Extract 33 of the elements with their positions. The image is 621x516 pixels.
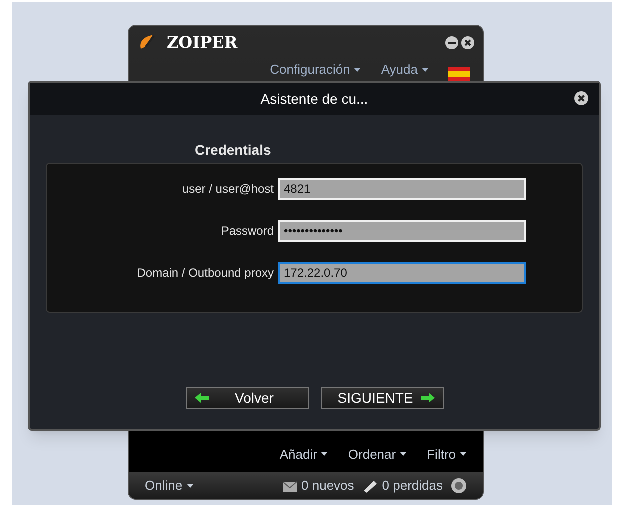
input-field[interactable]: 172.22.0.70 [278,262,526,284]
close-icon[interactable] [574,91,589,106]
status-icon[interactable] [451,478,467,494]
toolbar-dropdown[interactable]: Ordenar [348,444,408,464]
caret-icon [354,68,362,72]
close-icon[interactable] [461,36,475,50]
spain-flag-icon [448,67,470,81]
field-label: Password [220,223,275,240]
toolbar-dropdown[interactable]: Filtro [427,444,467,464]
caret-icon [400,452,408,456]
app-title: ZOIPER [167,32,238,54]
menu-dropdown[interactable]: Configuración [270,60,362,80]
next-button[interactable]: SIGUIENTE [321,387,444,409]
new-messages-count: 0 nuevos [302,476,354,495]
toolbar-dropdown[interactable]: Añadir [280,444,328,464]
dialog-title: Asistente de cu... [260,90,368,108]
field-label: user / user@host [181,181,275,198]
right-arrow-icon [421,393,435,403]
envelope-icon [282,478,298,492]
input-field[interactable]: 4821 [278,178,526,200]
minimize-icon[interactable] [445,36,459,50]
input-field[interactable]: •••••••••••••• [278,220,526,242]
menu-dropdown[interactable]: Ayuda [381,60,429,80]
caret-icon [186,484,194,488]
caret-icon [460,452,467,456]
caret-icon [422,68,429,72]
section-heading: Credentials [195,141,272,160]
back-button[interactable]: Volver [186,387,309,409]
presence-dropdown[interactable]: Online [145,476,194,496]
missed-calls-count: 0 perdidas [382,476,443,495]
field-label: Domain / Outbound proxy [136,265,275,282]
caret-icon [321,452,328,456]
left-arrow-icon [195,393,209,403]
